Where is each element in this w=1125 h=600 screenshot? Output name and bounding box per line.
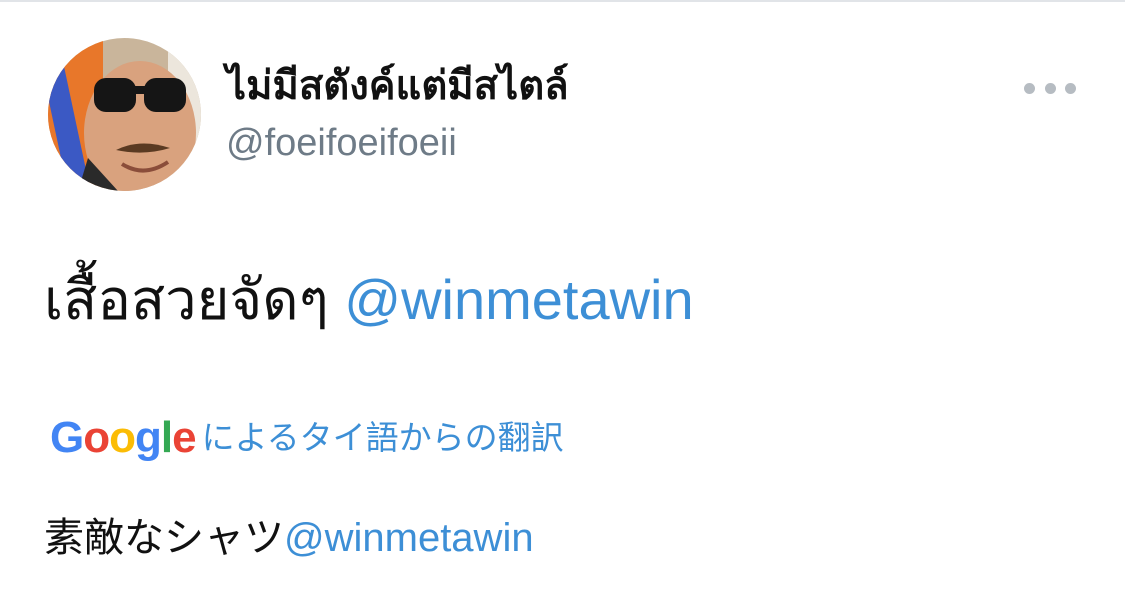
top-divider (0, 0, 1125, 2)
tweet-text: เสื้อสวยจัดๆ (44, 268, 329, 331)
translated-mention-link[interactable]: @winmetawin (284, 516, 534, 560)
author-avatar[interactable] (48, 38, 201, 191)
translation-label[interactable]: によるタイ語からの翻訳 (202, 408, 564, 468)
tweet-mention-link[interactable]: @winmetawin (344, 268, 693, 331)
more-horizontal-icon-dot (1044, 82, 1056, 94)
author-handle[interactable]: @foeifoeifoeii (226, 118, 457, 168)
translated-tweet: 素敵なシャツ@winmetawin (44, 508, 534, 568)
google-logo: Google (50, 413, 197, 462)
avatar-photo-icon (48, 38, 201, 191)
tweet-body: เสื้อสวยจัดๆ @winmetawin (44, 264, 694, 336)
translation-attribution[interactable]: Google によるタイ語からの翻訳 (50, 408, 564, 468)
more-horizontal-icon (1024, 82, 1035, 94)
more-horizontal-icon-dot (1065, 82, 1076, 94)
translated-text: 素敵なシャツ (44, 516, 284, 560)
author-display-name[interactable]: ไม่มีสตังค์แต่มีสไตล์ (226, 56, 569, 116)
more-options-button[interactable] (1024, 74, 1076, 102)
